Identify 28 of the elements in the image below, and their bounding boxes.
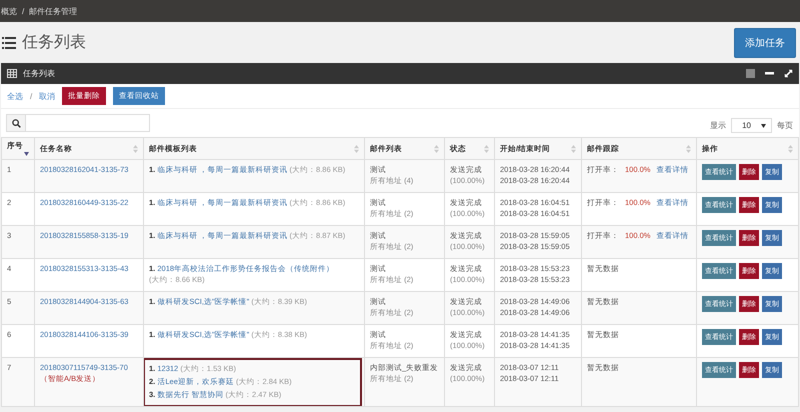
sort-icon: [788, 144, 793, 152]
page-size-label: 每页: [777, 120, 793, 131]
minimize-icon[interactable]: [765, 72, 774, 75]
breadcrumb-separator: /: [22, 6, 24, 16]
page-title: 任务列表: [22, 32, 86, 53]
search-icon: [12, 118, 20, 128]
color-square-icon[interactable]: [746, 69, 755, 78]
breadcrumb-item[interactable]: 邮件任务管理: [29, 6, 78, 16]
select-all-link[interactable]: 全选: [7, 90, 23, 102]
breadcrumb-item[interactable]: 概览: [1, 6, 17, 16]
cancel-link[interactable]: 取消: [39, 90, 56, 102]
sort-icon: [484, 144, 489, 152]
add-task-button[interactable]: 添加任务: [734, 28, 796, 58]
panel-title: 任务列表: [23, 68, 55, 79]
sort-icon: [354, 144, 359, 152]
list-icon: [2, 36, 16, 48]
sort-descending-icon: [24, 152, 29, 156]
caret-icon: [761, 124, 766, 128]
sort-icon: [686, 144, 691, 152]
sort-icon: [571, 144, 576, 152]
search-field[interactable]: [6, 114, 150, 132]
page-size-select[interactable]: 10: [731, 118, 772, 133]
table-icon: [7, 69, 17, 78]
sort-icon: [133, 144, 138, 152]
expand-icon[interactable]: [784, 69, 793, 78]
sort-icon: [434, 144, 439, 152]
page-size-label: 显示: [710, 120, 726, 131]
separator-text: /: [30, 92, 32, 100]
